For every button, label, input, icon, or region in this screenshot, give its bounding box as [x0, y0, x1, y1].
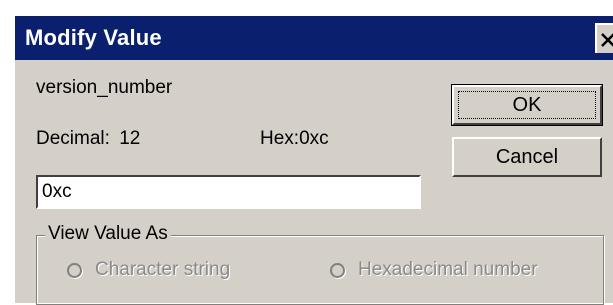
radio-character-string[interactable]: Character string	[67, 259, 230, 281]
radio-label: Character string	[95, 259, 231, 280]
cancel-button[interactable]: Cancel	[452, 137, 602, 177]
view-value-as-group: View Value As Character string Hexadecim…	[36, 223, 604, 305]
close-icon	[601, 33, 613, 47]
value-input[interactable]	[36, 175, 421, 209]
group-legend: View Value As	[45, 223, 171, 245]
decimal-label: Decimal: 12	[36, 128, 140, 150]
focus-rect	[458, 91, 596, 119]
title-bar[interactable]: Modify Value	[15, 16, 613, 60]
radio-hexadecimal-number[interactable]: Hexadecimal number	[330, 259, 538, 281]
radio-label: Hexadecimal number	[358, 259, 538, 280]
modify-value-dialog: Modify Value version_number Decimal: 12 …	[13, 14, 613, 305]
window-title: Modify Value	[25, 25, 162, 50]
value-name-label: version_number	[36, 77, 173, 98]
radio-circle-icon	[67, 262, 82, 278]
hex-value: 0xc	[299, 128, 329, 149]
hex-label: Hex:0xc	[260, 128, 329, 150]
cancel-button-label: Cancel	[495, 145, 559, 168]
radio-circle-icon	[330, 262, 345, 278]
decimal-value: 12	[119, 128, 141, 149]
close-button[interactable]	[595, 23, 613, 53]
decimal-caption: Decimal:	[36, 128, 110, 149]
hex-caption: Hex:	[260, 128, 300, 149]
ok-button[interactable]: OK	[451, 84, 603, 126]
